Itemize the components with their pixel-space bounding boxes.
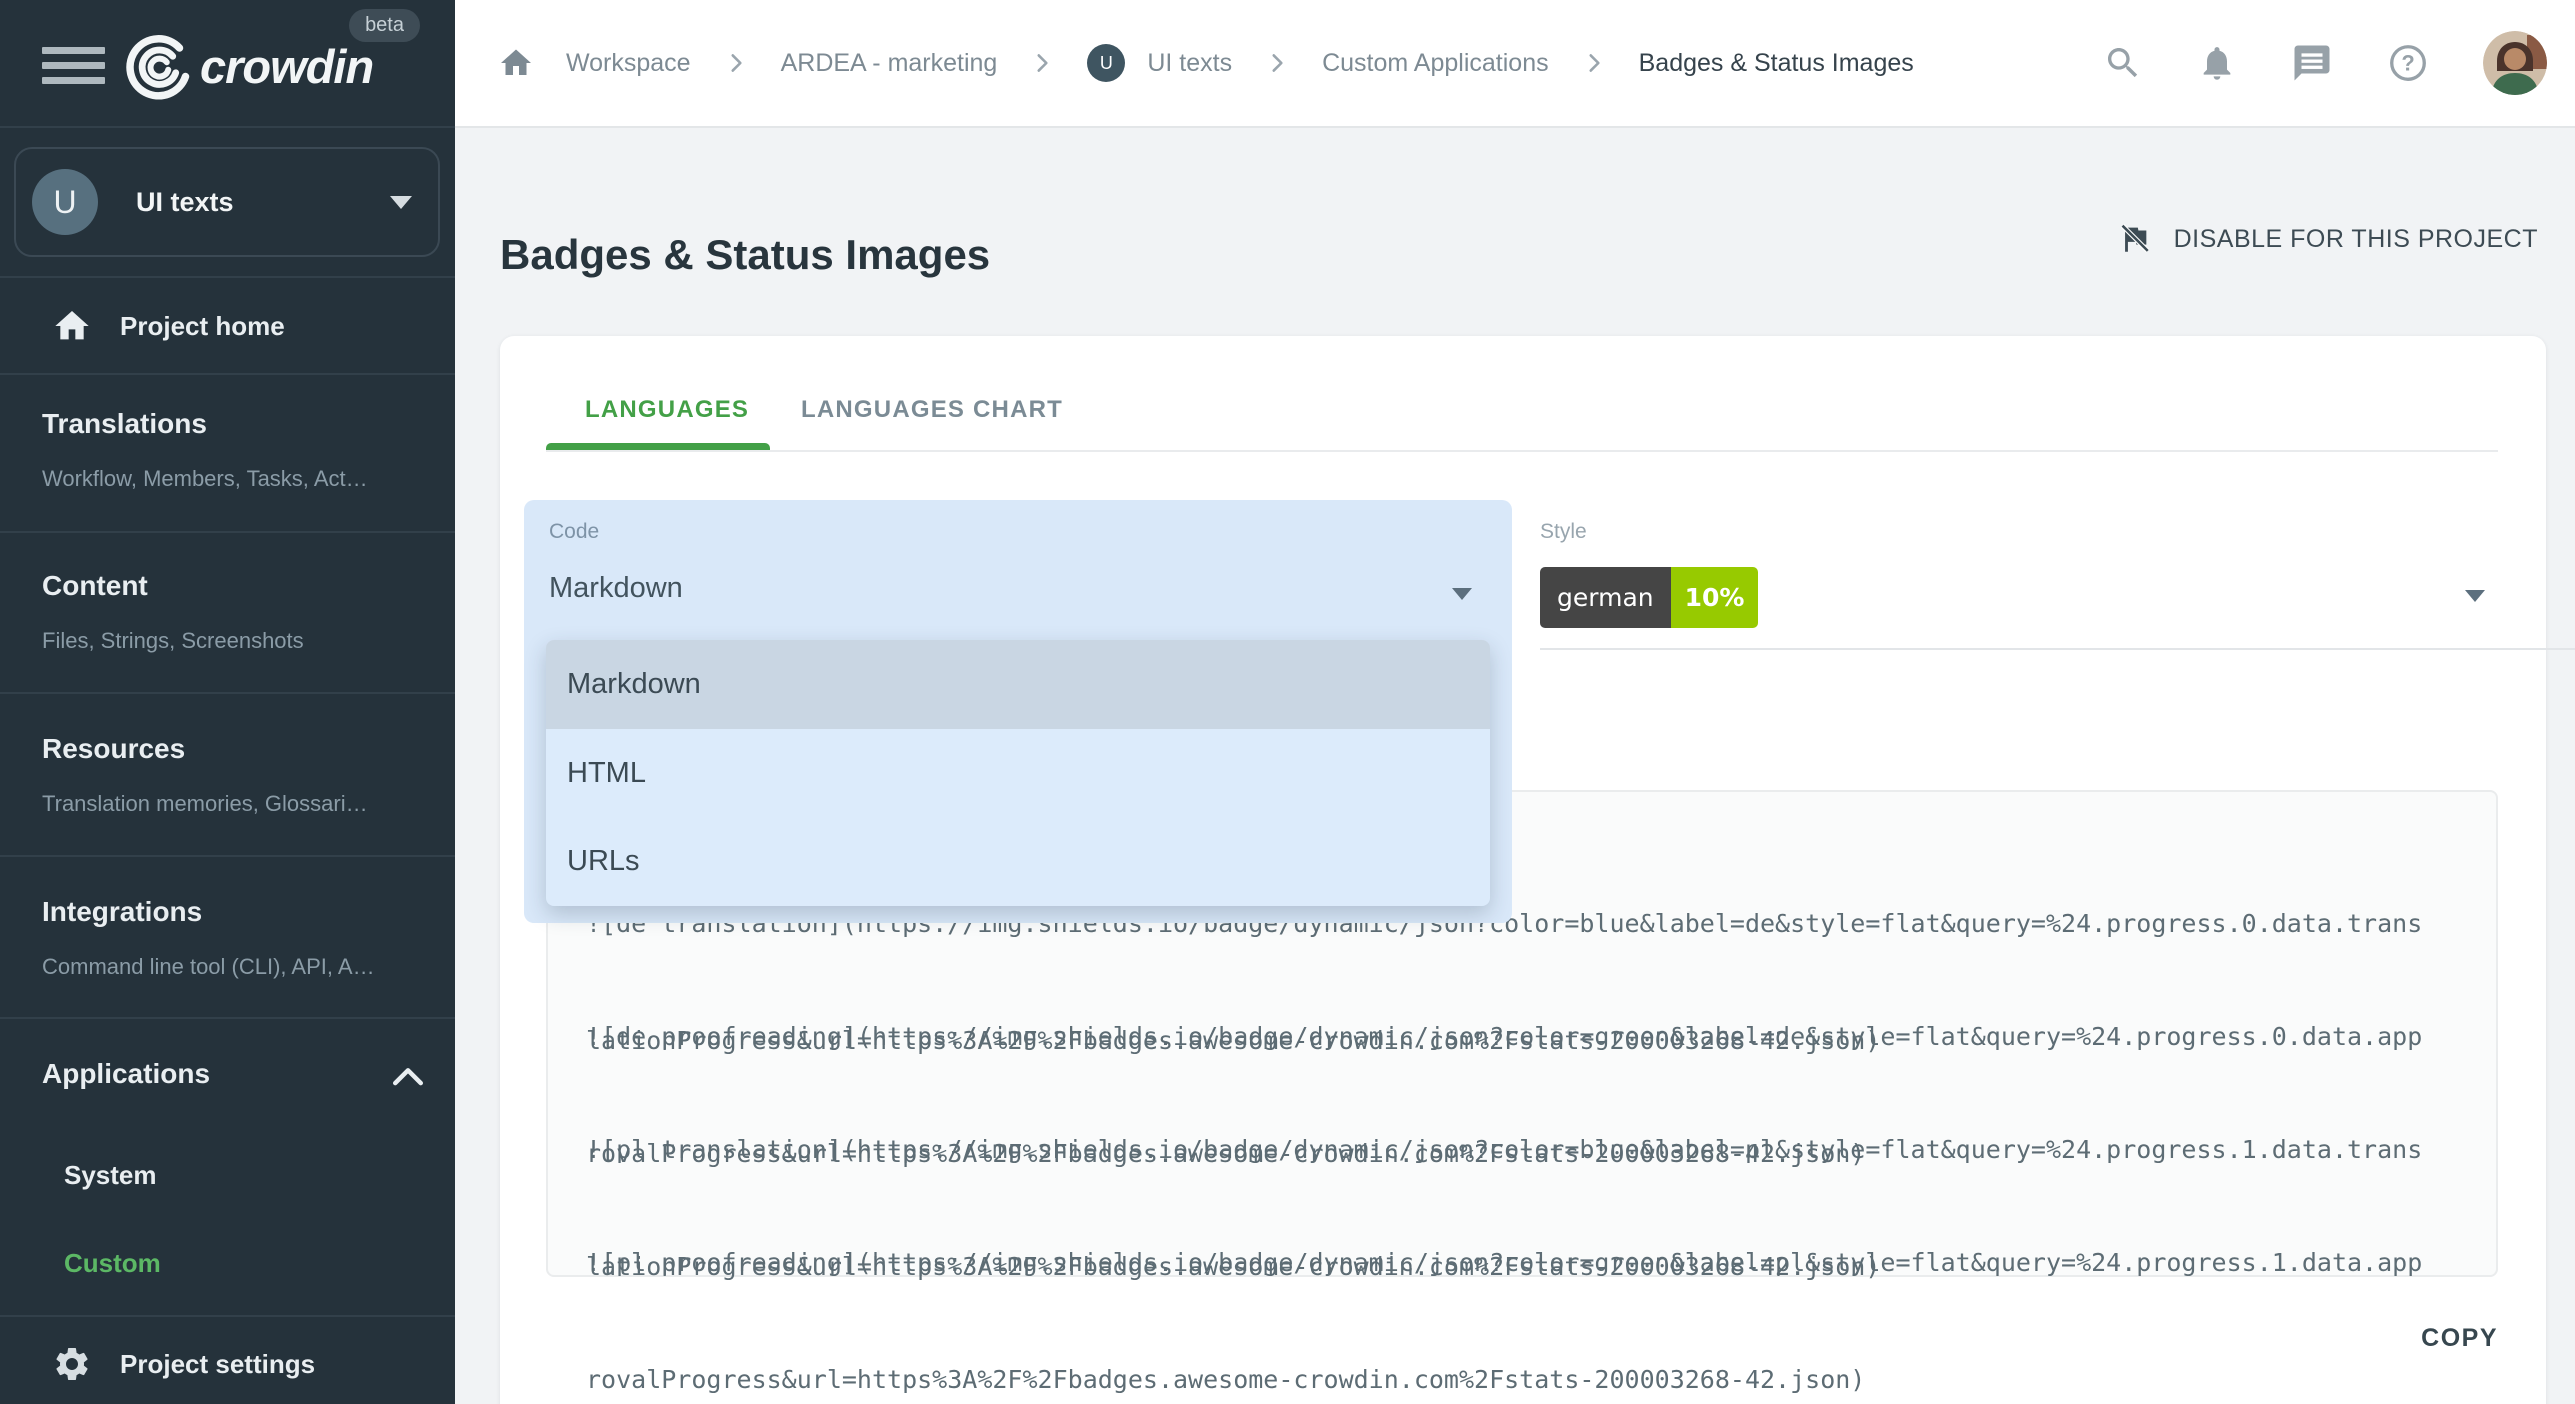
flag-off-icon — [2118, 222, 2152, 256]
sidebar-item-integrations[interactable]: Integrations Command line tool (CLI), AP… — [42, 896, 427, 980]
sidebar-item-label: Project home — [120, 311, 285, 342]
divider — [0, 373, 455, 375]
section-title: Applications — [42, 1058, 427, 1090]
chevron-down-icon[interactable] — [2465, 590, 2485, 602]
menu-option-urls[interactable]: URLs — [546, 817, 1490, 905]
crowdin-app: crowdin beta U UI texts Project home Tra… — [0, 0, 2575, 1404]
breadcrumb: Workspace ARDEA - marketing U UI texts C… — [498, 0, 1914, 126]
sidebar-item-applications[interactable]: Applications — [42, 1058, 427, 1090]
style-select-label: Style — [1540, 520, 1587, 544]
breadcrumb-project[interactable]: UI texts — [1147, 49, 1232, 78]
section-subtitle: Translation memories, Glossari… — [42, 791, 427, 817]
hamburger-menu-icon[interactable] — [42, 47, 105, 85]
sidebar-item-project-settings[interactable]: Project settings — [0, 1336, 455, 1392]
top-bar: Workspace ARDEA - marketing U UI texts C… — [455, 0, 2575, 128]
status-badge: german 10% — [1540, 567, 1758, 628]
project-avatar: U — [1087, 44, 1125, 82]
chevron-right-icon — [1581, 50, 1607, 76]
topbar-actions: ? — [2103, 0, 2547, 126]
tab-languages[interactable]: LANGUAGES — [585, 396, 749, 424]
crowdin-swirl-icon — [118, 30, 190, 102]
search-icon[interactable] — [2103, 43, 2143, 83]
sidebar: crowdin beta U UI texts Project home Tra… — [0, 0, 455, 1404]
breadcrumb-workspace[interactable]: Workspace — [566, 49, 691, 78]
section-title: Content — [42, 570, 427, 602]
badge-progress-value: 10% — [1671, 567, 1759, 628]
chevron-right-icon — [723, 50, 749, 76]
project-name: UI texts — [136, 187, 390, 218]
sidebar-item-translations[interactable]: Translations Workflow, Members, Tasks, A… — [42, 408, 427, 492]
sidebar-item-content[interactable]: Content Files, Strings, Screenshots — [42, 570, 427, 654]
project-switcher[interactable]: U UI texts — [14, 147, 440, 257]
section-subtitle: Command line tool (CLI), API, A… — [42, 954, 427, 980]
project-avatar: U — [32, 169, 98, 235]
sidebar-item-system[interactable]: System — [64, 1160, 157, 1191]
chevron-down-icon — [390, 196, 412, 209]
divider — [0, 855, 455, 857]
code-select-value: Markdown — [549, 572, 683, 605]
logo-text: crowdin — [200, 39, 373, 94]
breadcrumb-current-page: Badges & Status Images — [1639, 49, 1914, 78]
breadcrumb-custom-applications[interactable]: Custom Applications — [1322, 49, 1549, 78]
divider — [0, 692, 455, 694]
menu-option-html[interactable]: HTML — [546, 729, 1490, 817]
crowdin-logo[interactable]: crowdin — [118, 30, 373, 102]
section-title: Translations — [42, 408, 427, 440]
svg-text:?: ? — [2401, 51, 2414, 76]
beta-badge: beta — [349, 9, 420, 42]
gear-icon — [52, 1344, 92, 1384]
breadcrumb-organization[interactable]: ARDEA - marketing — [781, 49, 998, 78]
code-select-menu: Markdown HTML URLs — [546, 640, 1490, 906]
section-subtitle: Workflow, Members, Tasks, Act… — [42, 466, 427, 492]
divider — [0, 126, 455, 128]
code-line: ![de proofreading](https://img.shields.i… — [586, 1017, 2422, 1056]
chevron-right-icon — [1264, 50, 1290, 76]
messages-icon[interactable] — [2291, 42, 2333, 84]
divider — [546, 450, 2498, 452]
section-title: Integrations — [42, 896, 427, 928]
badges-card: LANGUAGES LANGUAGES CHART Code Markdown … — [500, 336, 2546, 1404]
menu-option-markdown[interactable]: Markdown — [546, 640, 1490, 729]
code-select-label: Code — [549, 520, 599, 544]
disable-for-project-button[interactable]: DISABLE FOR THIS PROJECT — [2118, 222, 2538, 256]
sidebar-item-custom[interactable]: Custom — [64, 1248, 161, 1279]
sidebar-item-project-home[interactable]: Project home — [0, 298, 455, 354]
chevron-up-icon[interactable] — [391, 1064, 425, 1088]
section-title: Resources — [42, 733, 427, 765]
divider — [0, 276, 455, 278]
divider — [0, 1017, 455, 1019]
chevron-right-icon — [1029, 50, 1055, 76]
tab-languages-chart[interactable]: LANGUAGES CHART — [801, 396, 1063, 424]
sidebar-item-resources[interactable]: Resources Translation memories, Glossari… — [42, 733, 427, 817]
home-icon — [52, 306, 92, 346]
help-icon[interactable]: ? — [2387, 42, 2429, 84]
divider — [0, 531, 455, 533]
divider — [0, 1315, 455, 1317]
disable-label: DISABLE FOR THIS PROJECT — [2174, 225, 2538, 254]
code-line: ![pl proofreading](https://img.shields.i… — [586, 1243, 2422, 1282]
badge-language-label: german — [1540, 567, 1671, 628]
code-line: ![pl translation](https://img.shields.io… — [586, 1130, 2422, 1169]
section-subtitle: Files, Strings, Screenshots — [42, 628, 427, 654]
user-avatar[interactable] — [2483, 31, 2547, 95]
code-line: rovalProgress&url=https%3A%2F%2Fbadges.a… — [586, 1360, 2422, 1399]
divider — [1540, 648, 2575, 650]
style-select[interactable]: german 10% — [1540, 567, 1758, 628]
sidebar-item-label: Project settings — [120, 1349, 315, 1380]
chevron-down-icon — [1452, 588, 1472, 600]
page-title: Badges & Status Images — [500, 231, 990, 279]
home-icon[interactable] — [498, 45, 534, 81]
notifications-bell-icon[interactable] — [2197, 43, 2237, 83]
